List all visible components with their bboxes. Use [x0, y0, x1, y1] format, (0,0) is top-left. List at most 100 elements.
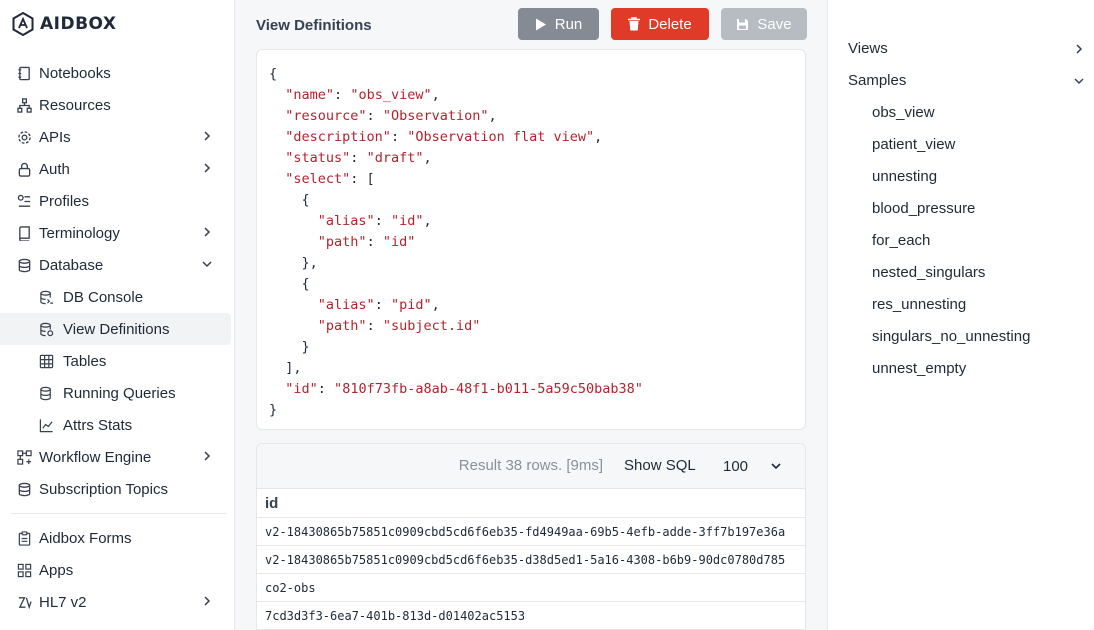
sidebar-item-apps[interactable]: Apps — [0, 554, 234, 586]
app-name: AIDBOX — [40, 14, 117, 34]
sidebar-item-label: Running Queries — [63, 384, 176, 402]
chart-line-icon — [38, 417, 54, 433]
sidebar-item-label: Workflow Engine — [39, 448, 152, 466]
sample-item[interactable]: unnesting — [872, 168, 937, 185]
sidebar-item-label: Database — [39, 256, 104, 274]
sidebar-item-profiles[interactable]: Profiles — [0, 185, 234, 217]
save-button-label: Save — [757, 15, 792, 33]
result-info: Result 38 rows. [9ms] — [458, 457, 603, 474]
results-toolbar: Result 38 rows. [9ms] Show SQL 100 — [257, 444, 805, 489]
table-row: 7cd3d3f3-6ea7-401b-813d-d01402ac5153 — [257, 602, 805, 630]
main-panel: View Definitions Run Delete Save { "name… — [235, 0, 828, 630]
sidebar-item-view-definitions[interactable]: View Definitions — [0, 313, 231, 345]
sidebar-item-label: Auth — [39, 160, 70, 178]
run-button-label: Run — [554, 15, 583, 33]
chevron-right-icon — [204, 596, 211, 606]
sidebar-item-label: HL7 v2 — [39, 593, 87, 611]
sidebar-item-label: Attrs Stats — [63, 416, 133, 434]
json-editor[interactable]: { "name": "obs_view", "resource": "Obser… — [256, 49, 806, 430]
chevron-right-icon — [204, 227, 211, 237]
sidebar: AIDBOX Notebooks Resources APIs Auth Pro… — [0, 0, 235, 630]
sidebar-nav: Notebooks Resources APIs Auth Profiles T… — [0, 57, 234, 618]
run-button[interactable]: Run — [518, 8, 599, 40]
sample-item[interactable]: res_unnesting — [872, 296, 966, 313]
sidebar-item-label: Notebooks — [39, 64, 111, 82]
table-row: co2-obs — [257, 574, 805, 602]
samples-toggle[interactable]: Samples — [848, 72, 906, 89]
sidebar-item-auth[interactable]: Auth — [0, 153, 234, 185]
sidebar-item-hl7-v2[interactable]: HL7 v2 — [0, 586, 234, 618]
sidebar-item-running-queries[interactable]: Running Queries — [0, 377, 234, 409]
sidebar-item-label: Apps — [39, 561, 74, 579]
chevron-down-icon — [771, 463, 781, 470]
sample-item[interactable]: singulars_no_unnesting — [872, 328, 1030, 345]
sidebar-item-label: Aidbox Forms — [39, 529, 132, 547]
book-icon — [16, 225, 32, 241]
delete-button-label: Delete — [648, 15, 692, 33]
sidebar-item-aidbox-forms[interactable]: Aidbox Forms — [0, 522, 234, 554]
sidebar-item-label: Profiles — [39, 192, 90, 210]
sidebar-item-attrs-stats[interactable]: Attrs Stats — [0, 409, 234, 441]
sample-item[interactable]: unnest_empty — [872, 360, 966, 377]
clipboard-icon — [16, 530, 32, 546]
results-panel: Result 38 rows. [9ms] Show SQL 100 id v2… — [256, 443, 806, 630]
db-console-icon — [38, 289, 54, 305]
aidbox-logo[interactable]: AIDBOX — [12, 12, 117, 36]
chevron-right-icon — [1076, 44, 1083, 54]
table-icon — [38, 353, 54, 369]
sidebar-item-database[interactable]: Database — [0, 249, 234, 281]
sidebar-item-label: Resources — [39, 96, 111, 114]
sidebar-item-label: Terminology — [39, 224, 120, 242]
chevron-right-icon — [204, 451, 211, 461]
sidebar-item-subscription-topics[interactable]: Subscription Topics — [0, 473, 234, 505]
sidebar-divider — [10, 513, 226, 514]
sidebar-item-tables[interactable]: Tables — [0, 345, 234, 377]
sidebar-item-resources[interactable]: Resources — [0, 89, 234, 121]
apps-grid-icon — [16, 562, 32, 578]
sample-item[interactable]: blood_pressure — [872, 200, 975, 217]
database-icon — [16, 481, 32, 497]
view-definitions-icon — [38, 321, 54, 337]
delete-button[interactable]: Delete — [611, 8, 709, 40]
sidebar-item-terminology[interactable]: Terminology — [0, 217, 234, 249]
profiles-icon — [16, 193, 32, 209]
sidebar-item-label: APIs — [39, 128, 71, 146]
notebook-icon — [16, 65, 32, 81]
trash-icon — [628, 17, 641, 31]
limit-select[interactable]: 100 — [707, 450, 797, 482]
table-row: v2-18430865b75851c0909cbd5cd6f6eb35-d38d… — [257, 546, 805, 574]
database-icon — [16, 257, 32, 273]
page-title: View Definitions — [256, 17, 372, 34]
lock-icon — [16, 161, 32, 177]
workflow-icon — [16, 449, 32, 465]
sample-item[interactable]: obs_view — [872, 104, 935, 121]
sample-item[interactable]: nested_singulars — [872, 264, 985, 281]
running-queries-icon — [38, 385, 54, 401]
sidebar-item-label: Subscription Topics — [39, 480, 168, 498]
table-row: v2-18430865b75851c0909cbd5cd6f6eb35-fd49… — [257, 518, 805, 546]
chevron-right-icon — [204, 131, 211, 141]
resources-icon — [16, 97, 32, 113]
gear-icon — [16, 129, 32, 145]
aidbox-logo-icon — [12, 12, 34, 36]
limit-value: 100 — [723, 457, 749, 475]
sidebar-item-apis[interactable]: APIs — [0, 121, 234, 153]
chevron-right-icon — [204, 163, 211, 173]
sidebar-item-label: View Definitions — [63, 320, 170, 338]
play-icon — [535, 18, 546, 30]
show-sql-button[interactable]: Show SQL — [624, 457, 696, 474]
chevron-down-icon — [202, 261, 212, 268]
sidebar-item-label: Tables — [63, 352, 107, 370]
floppy-disk-icon — [737, 18, 749, 30]
sidebar-item-db-console[interactable]: DB Console — [0, 281, 234, 313]
table-column-header: id — [257, 489, 805, 518]
sample-item[interactable]: patient_view — [872, 136, 955, 153]
json-code[interactable]: { "name": "obs_view", "resource": "Obser… — [269, 64, 643, 421]
chevron-down-icon — [1074, 78, 1084, 85]
views-toggle[interactable]: Views — [848, 40, 888, 57]
sidebar-item-label: DB Console — [63, 288, 144, 306]
sidebar-item-workflow-engine[interactable]: Workflow Engine — [0, 441, 234, 473]
sample-item[interactable]: for_each — [872, 232, 930, 249]
sidebar-item-notebooks[interactable]: Notebooks — [0, 57, 234, 89]
save-button[interactable]: Save — [721, 8, 807, 40]
